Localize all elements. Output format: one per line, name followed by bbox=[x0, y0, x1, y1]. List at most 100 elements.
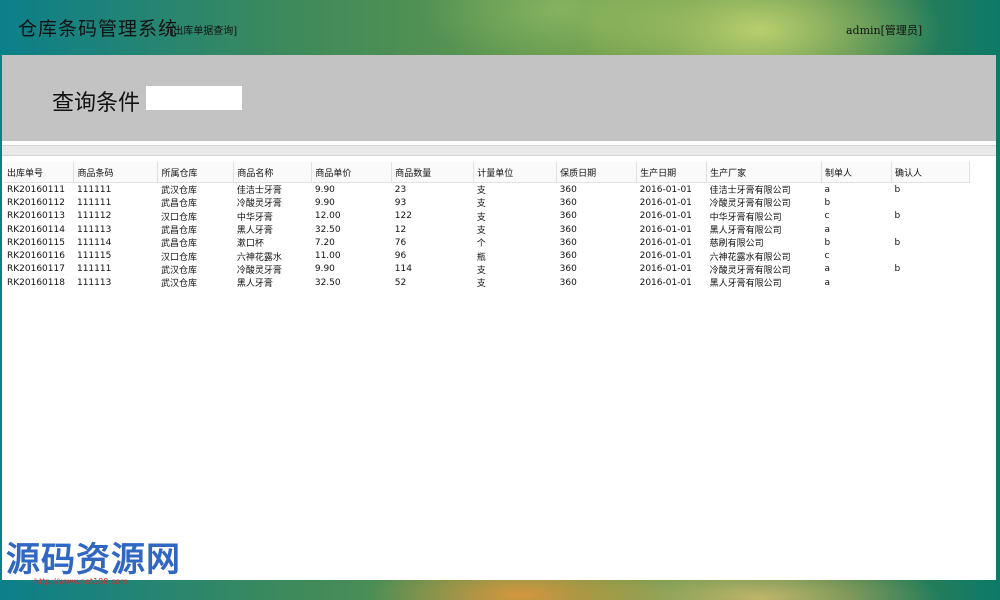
table-cell: 11.00 bbox=[314, 251, 341, 262]
table-cell: RK20160116 bbox=[7, 251, 65, 262]
column-header[interactable]: 所属仓库 bbox=[157, 162, 235, 183]
table-cell: 支 bbox=[476, 199, 486, 210]
query-panel: 查询条件 bbox=[2, 55, 996, 141]
table-cell: 23 bbox=[394, 184, 407, 195]
table-cell: 2016-01-01 bbox=[639, 277, 692, 288]
watermark-text: 源码资源网 bbox=[6, 540, 181, 580]
table-cell: RK20160113 bbox=[7, 211, 65, 222]
table-row[interactable]: RK20160115 111114 武昌仓库 漱口杯 7.20 76 个 360 2016-01… bbox=[4, 236, 970, 250]
table-cell: 9.90 bbox=[314, 184, 335, 195]
table-cell: 52 bbox=[394, 277, 407, 288]
table-cell: 360 bbox=[559, 264, 577, 275]
table-cell: 360 bbox=[559, 237, 577, 248]
app-header: 仓库条码管理系统 -[出库单据查询] admin[管理员] bbox=[0, 0, 1000, 55]
table-cell: 六神花露水 bbox=[236, 252, 282, 263]
table-cell: 2016-01-01 bbox=[639, 237, 692, 248]
table-cell: 黑人牙膏 bbox=[236, 279, 273, 290]
column-header[interactable]: 生产厂家 bbox=[706, 162, 823, 183]
table-cell: 111115 bbox=[76, 251, 112, 262]
outbound-records-table[interactable]: 出库单号 商品条码 所属仓库 商品名称 商品单价 商品数量 计量单位 保质日期 生产日期 生产厂家… bbox=[4, 162, 971, 290]
table-cell: 武昌仓库 bbox=[160, 239, 197, 250]
table-cell: b bbox=[894, 184, 901, 195]
table-row[interactable]: RK20160117 111111 武汉仓库 冷酸灵牙膏 9.90 114 支 360 2016… bbox=[4, 263, 970, 276]
table-cell: 360 bbox=[559, 251, 577, 262]
table-cell: RK20160114 bbox=[7, 224, 65, 235]
table-cell: 武汉仓库 bbox=[160, 265, 197, 276]
table-cell: 中华牙膏有限公司 bbox=[709, 212, 782, 223]
table-cell: b bbox=[894, 264, 901, 275]
table-cell: 360 bbox=[559, 224, 577, 235]
table-cell: 武汉仓库 bbox=[160, 186, 197, 197]
table-header-row: 出库单号 商品条码 所属仓库 商品名称 商品单价 商品数量 计量单位 保质日期 生产日期 生产厂家… bbox=[4, 162, 971, 183]
table-cell: 支 bbox=[476, 265, 486, 276]
table-cell: 黑人牙膏有限公司 bbox=[709, 226, 782, 237]
table-cell: 冷酸灵牙膏 bbox=[236, 199, 282, 210]
table-row[interactable]: RK20160111 111111 武汉仓库 佳洁士牙膏 9.90 23 支 360 2016-… bbox=[4, 183, 970, 197]
table-cell: 漱口杯 bbox=[236, 239, 264, 250]
page-subtitle: -[出库单据查询] bbox=[166, 26, 238, 37]
table-cell: 9.90 bbox=[314, 197, 335, 208]
column-header[interactable]: 商品条码 bbox=[73, 162, 159, 183]
table-cell: 114 bbox=[394, 264, 412, 275]
table-cell: a bbox=[824, 264, 831, 275]
table-cell: 六神花露水有限公司 bbox=[709, 252, 791, 263]
column-header[interactable]: 出库单号 bbox=[4, 162, 75, 183]
table-cell: 360 bbox=[559, 184, 577, 195]
table-cell: c bbox=[824, 251, 830, 262]
table-cell: 2016-01-01 bbox=[639, 211, 692, 222]
current-user-label: admin[管理员] bbox=[846, 24, 923, 37]
table-cell: 111111 bbox=[76, 184, 112, 195]
column-header[interactable]: 生产日期 bbox=[636, 162, 708, 183]
table-cell: a bbox=[824, 277, 831, 288]
table-cell: 支 bbox=[476, 226, 486, 237]
table-cell: 122 bbox=[394, 211, 412, 222]
column-header[interactable]: 保质日期 bbox=[556, 162, 638, 183]
table-body: RK20160111 111111 武汉仓库 佳洁士牙膏 9.90 23 支 360 2016-… bbox=[4, 183, 970, 290]
table-cell: 111114 bbox=[76, 237, 112, 248]
table-cell: 支 bbox=[476, 212, 486, 223]
table-cell: 冷酸灵牙膏 bbox=[236, 265, 282, 276]
table-cell: RK20160115 bbox=[7, 237, 65, 248]
table-row[interactable]: RK20160114 111113 武昌仓库 黑人牙膏 32.50 12 支 360 2016-… bbox=[4, 223, 970, 237]
table-row[interactable]: RK20160112 111111 武昌仓库 冷酸灵牙膏 9.90 93 支 360 2016-… bbox=[4, 196, 970, 210]
table-cell: b bbox=[894, 237, 901, 248]
app-title: 仓库条码管理系统 bbox=[18, 18, 179, 40]
column-header[interactable]: 确认人 bbox=[891, 162, 971, 183]
table-cell: 7.20 bbox=[314, 237, 335, 248]
query-input[interactable] bbox=[146, 86, 242, 110]
table-row[interactable]: RK20160116 111115 汉口仓库 六神花露水 11.00 96 瓶 360 2016… bbox=[4, 249, 970, 263]
table-cell: 111113 bbox=[76, 277, 112, 288]
toolbar-strip bbox=[2, 145, 996, 156]
column-header[interactable]: 制单人 bbox=[821, 162, 892, 183]
table-cell: RK20160117 bbox=[7, 264, 65, 275]
watermark: 源码资源网 http://www.net188.com bbox=[6, 532, 181, 586]
table-cell: 瓶 bbox=[476, 252, 486, 263]
column-header[interactable]: 商品名称 bbox=[233, 162, 313, 183]
table-cell bbox=[891, 196, 969, 209]
table-cell: 慈刷有限公司 bbox=[709, 239, 764, 250]
table-row[interactable]: RK20160118 111113 武汉仓库 黑人牙膏 32.50 52 支 360 2016-… bbox=[4, 276, 970, 290]
table-cell: 佳洁士牙膏 bbox=[236, 186, 282, 197]
table-cell: 武昌仓库 bbox=[160, 199, 197, 210]
table-cell: b bbox=[824, 197, 831, 208]
table-cell: 汉口仓库 bbox=[160, 252, 197, 263]
table-cell: 汉口仓库 bbox=[160, 212, 197, 223]
table-cell: 360 bbox=[559, 277, 577, 288]
column-header[interactable]: 商品数量 bbox=[391, 162, 475, 183]
table-cell: 中华牙膏 bbox=[236, 212, 273, 223]
column-header[interactable]: 计量单位 bbox=[473, 162, 558, 183]
table-cell: 111111 bbox=[76, 264, 112, 275]
table-cell: 冷酸灵牙膏有限公司 bbox=[709, 199, 791, 210]
table-cell: 冷酸灵牙膏有限公司 bbox=[709, 265, 791, 276]
table-cell: 360 bbox=[559, 197, 577, 208]
table-cell: 9.90 bbox=[314, 264, 335, 275]
table-cell: 武汉仓库 bbox=[160, 279, 197, 290]
table-cell: 支 bbox=[476, 279, 486, 290]
table-cell: 2016-01-01 bbox=[639, 264, 692, 275]
table-cell: c bbox=[824, 211, 830, 222]
table-cell: 32.50 bbox=[314, 224, 341, 235]
table-row[interactable]: RK20160113 111112 汉口仓库 中华牙膏 12.00 122 支 360 2016… bbox=[4, 210, 970, 223]
column-header[interactable]: 商品单价 bbox=[311, 162, 393, 183]
table-cell: RK20160112 bbox=[7, 197, 65, 208]
table-cell: 360 bbox=[559, 211, 577, 222]
